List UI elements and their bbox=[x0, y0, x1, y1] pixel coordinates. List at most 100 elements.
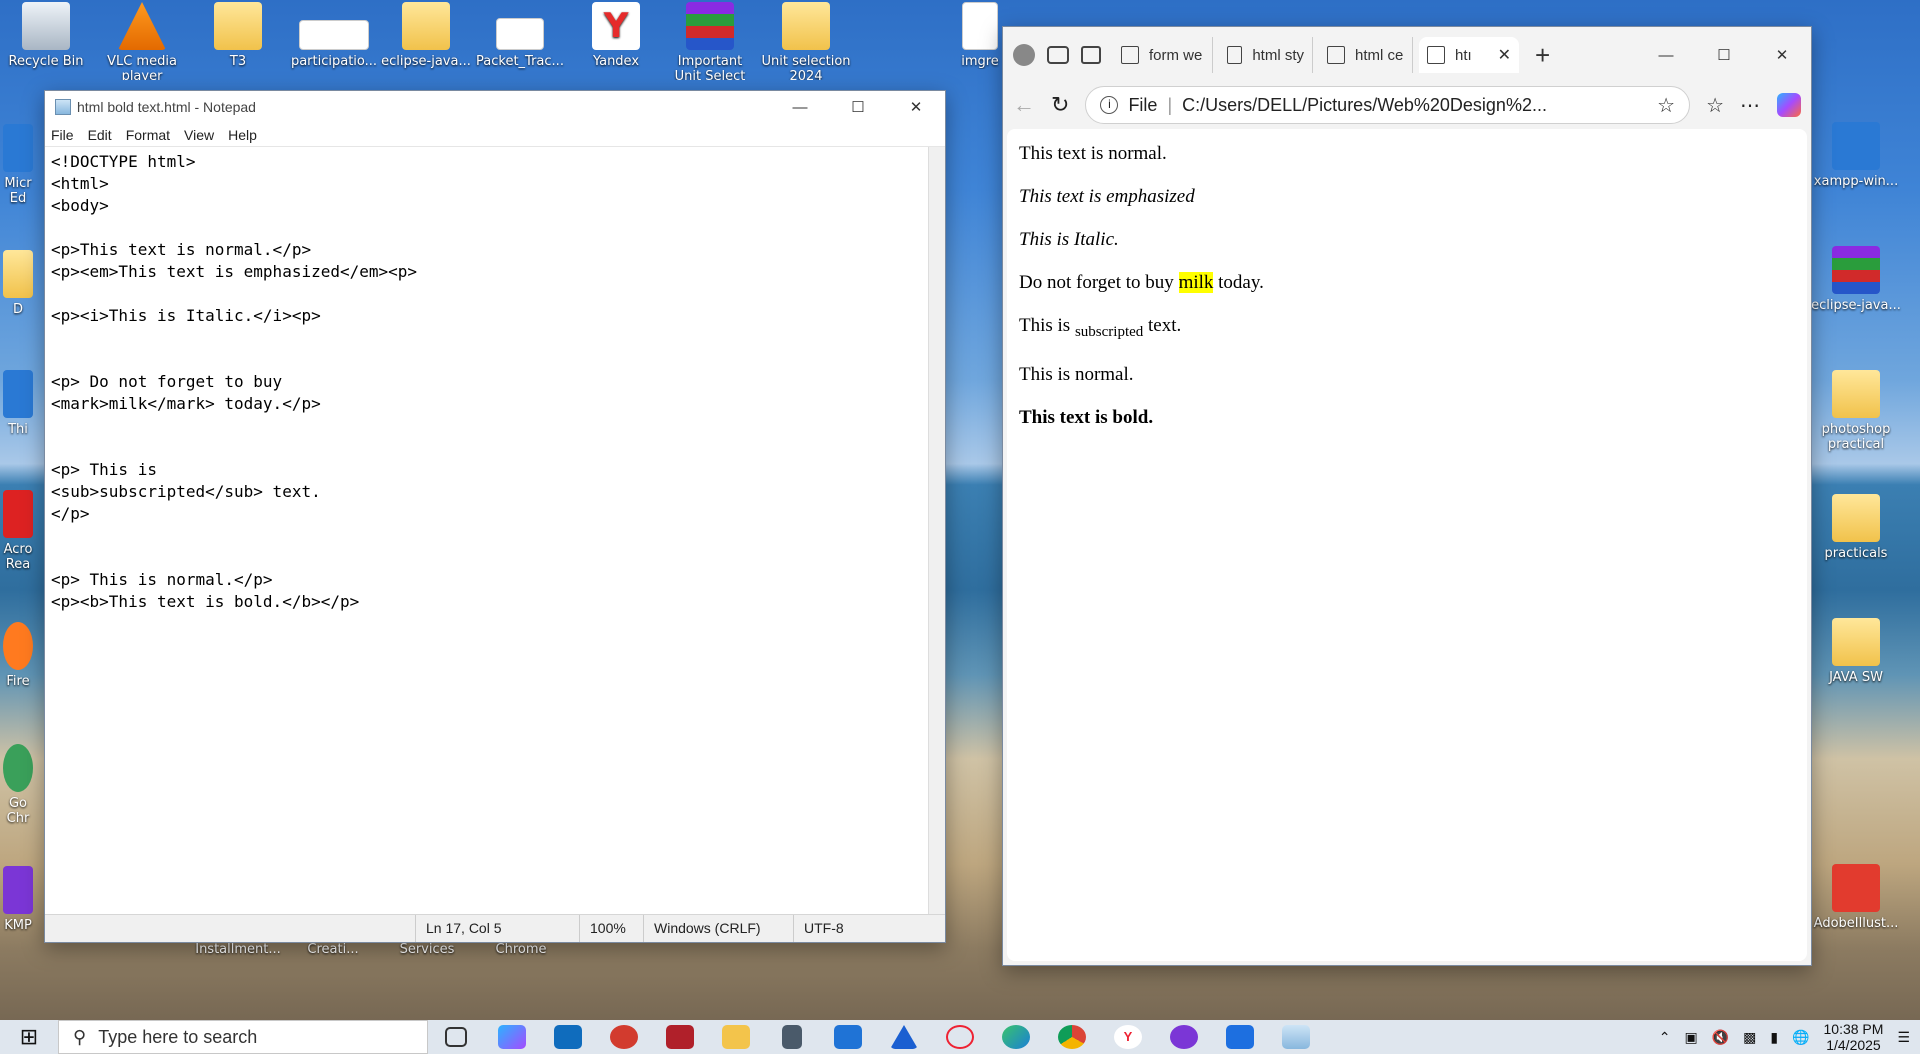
meet-now-icon[interactable]: ▣ bbox=[1684, 1029, 1697, 1046]
text-editor[interactable]: <!DOCTYPE html> <html> <body> <p>This te… bbox=[45, 147, 928, 914]
taskbar-app-swirl[interactable] bbox=[932, 1020, 988, 1054]
page-icon bbox=[1121, 46, 1139, 64]
minimize-button[interactable]: — bbox=[1637, 27, 1695, 83]
desktop-icon-practicals[interactable]: practicals bbox=[1806, 494, 1906, 561]
notifications-icon[interactable]: ☰ bbox=[1897, 1029, 1910, 1046]
start-button[interactable]: ⊞ bbox=[0, 1024, 58, 1050]
tab-html-style[interactable]: html sty bbox=[1219, 37, 1313, 73]
desktop-icon-imgre[interactable]: imgre bbox=[950, 2, 1010, 69]
taskbar-app-red[interactable] bbox=[596, 1020, 652, 1054]
desktop-icon-installment[interactable]: Installment... bbox=[190, 942, 286, 957]
desktop-icon-eclipse-rar[interactable]: eclipse-java... bbox=[1806, 246, 1906, 313]
calculator-icon bbox=[782, 1025, 802, 1049]
desktop-icon-unit-selection[interactable]: Unit selection 2024 bbox=[760, 2, 852, 80]
menu-view[interactable]: View bbox=[184, 127, 214, 143]
desktop-icon-kmp[interactable]: KMP bbox=[0, 866, 40, 933]
close-tab-icon[interactable]: ✕ bbox=[1498, 45, 1511, 65]
folder-icon bbox=[1832, 618, 1880, 666]
menu-file[interactable]: File bbox=[51, 127, 74, 143]
favorite-star-icon[interactable]: ☆ bbox=[1657, 93, 1675, 118]
taskbar-ecu[interactable] bbox=[652, 1020, 708, 1054]
vertical-scrollbar[interactable] bbox=[928, 147, 945, 914]
taskbar-search[interactable]: ⚲ Type here to search bbox=[58, 1020, 428, 1054]
taskbar-yandex[interactable]: Y bbox=[1100, 1020, 1156, 1054]
refresh-icon[interactable]: ↻ bbox=[1051, 92, 1069, 118]
outlook-icon bbox=[554, 1025, 582, 1049]
paragraph-subscript: This is subscripted text. bbox=[1019, 315, 1182, 340]
notepad-icon bbox=[55, 99, 71, 115]
desktop-icon-yandex[interactable]: Y Yandex bbox=[570, 2, 662, 69]
chevron-up-icon[interactable]: ⌃ bbox=[1659, 1029, 1671, 1046]
menu-format[interactable]: Format bbox=[126, 127, 170, 143]
vertical-tabs-icon[interactable] bbox=[1081, 46, 1101, 64]
taskbar-calculator[interactable] bbox=[764, 1020, 820, 1054]
battery-icon[interactable]: ▮ bbox=[1770, 1029, 1778, 1046]
address-bar[interactable]: i File | C:/Users/DELL/Pictures/Web%20De… bbox=[1085, 86, 1691, 124]
desktop-icon-photoshop[interactable]: photoshop practical bbox=[1806, 370, 1906, 452]
desktop-icon-java-sw[interactable]: JAVA SW bbox=[1806, 618, 1906, 685]
taskbar-azure[interactable] bbox=[876, 1020, 932, 1054]
favorites-icon[interactable]: ☆ bbox=[1706, 93, 1724, 118]
winrar-icon bbox=[1832, 246, 1880, 294]
taskbar-mail[interactable] bbox=[820, 1020, 876, 1054]
maximize-button[interactable]: ☐ bbox=[1695, 27, 1753, 83]
taskbar-file-explorer[interactable] bbox=[708, 1020, 764, 1054]
desktop-icon-vlc[interactable]: VLC media player bbox=[96, 2, 188, 80]
notepad-window[interactable]: html bold text.html - Notepad — ☐ ✕ File… bbox=[44, 90, 946, 943]
notepad-titlebar[interactable]: html bold text.html - Notepad — ☐ ✕ bbox=[45, 91, 945, 123]
display-icon[interactable]: ▩ bbox=[1743, 1029, 1756, 1046]
desktop-icon-t3[interactable]: T3 bbox=[192, 2, 284, 69]
maximize-button[interactable]: ☐ bbox=[829, 91, 887, 123]
taskbar-chrome[interactable] bbox=[1044, 1020, 1100, 1054]
desktop-icon-creati[interactable]: Creati... bbox=[286, 942, 380, 957]
desktop-icon-edge[interactable]: Micr Ed bbox=[0, 124, 40, 206]
desktop-icon-this-pc[interactable]: Thi bbox=[0, 370, 40, 437]
new-tab-icon[interactable]: + bbox=[1535, 40, 1550, 71]
minimize-button[interactable]: — bbox=[771, 91, 829, 123]
desktop-icon-firefox[interactable]: Fire bbox=[0, 622, 40, 689]
desktop-icon-acrobat[interactable]: Acro Rea bbox=[0, 490, 40, 572]
desktop-icon-recycle-bin[interactable]: Recycle Bin bbox=[0, 2, 92, 69]
url-text[interactable]: C:/Users/DELL/Pictures/Web%20Design%2... bbox=[1182, 95, 1547, 116]
info-icon[interactable]: i bbox=[1100, 96, 1119, 114]
taskbar-app-blue[interactable] bbox=[1212, 1020, 1268, 1054]
desktop-icon-label: eclipse-java... bbox=[381, 54, 471, 69]
desktop-icon-chrome[interactable]: Chrome bbox=[474, 942, 568, 957]
desktop-icon-packet-tracer[interactable]: Packet_Trac... bbox=[474, 2, 566, 69]
profile-icon[interactable] bbox=[1013, 44, 1035, 66]
taskbar-notepad[interactable] bbox=[1268, 1020, 1324, 1054]
desktop-icon-label: xampp-win... bbox=[1813, 174, 1899, 189]
tab-html-ce[interactable]: html ce bbox=[1319, 37, 1413, 73]
volume-muted-icon[interactable]: 🔇 bbox=[1712, 1029, 1729, 1046]
desktop-icon-google-chrome[interactable]: Go Chr bbox=[0, 744, 40, 826]
globe-icon[interactable]: 🌐 bbox=[1792, 1029, 1809, 1046]
tab-active[interactable]: htı ✕ bbox=[1419, 37, 1519, 73]
tab-label: form we bbox=[1149, 46, 1203, 64]
taskbar-app-purple[interactable] bbox=[1156, 1020, 1212, 1054]
paragraph-normal-2: This is normal. bbox=[1019, 363, 1134, 385]
taskbar-edge[interactable] bbox=[988, 1020, 1044, 1054]
taskbar-outlook[interactable] bbox=[540, 1020, 596, 1054]
tab-form[interactable]: form we bbox=[1113, 37, 1213, 73]
desktop-icon-important[interactable]: Important Unit Select bbox=[664, 2, 756, 80]
desktop-icon-d[interactable]: D bbox=[0, 250, 40, 317]
desktop-icon-xampp[interactable]: xampp-win... bbox=[1806, 122, 1906, 189]
more-options-icon[interactable]: ⋯ bbox=[1740, 93, 1761, 118]
close-button[interactable]: ✕ bbox=[887, 91, 945, 123]
desktop-icon-services[interactable]: Services bbox=[380, 942, 474, 957]
desktop-icon-adobe[interactable]: AdobeIllust... bbox=[1806, 864, 1906, 931]
back-icon[interactable]: ← bbox=[1013, 92, 1035, 118]
menu-help[interactable]: Help bbox=[228, 127, 257, 143]
desktop-icon-participation[interactable]: participatio... bbox=[288, 2, 380, 69]
workspaces-icon[interactable] bbox=[1047, 46, 1069, 64]
task-view-button[interactable] bbox=[428, 1020, 484, 1054]
search-placeholder: Type here to search bbox=[98, 1026, 258, 1047]
menu-edit[interactable]: Edit bbox=[88, 127, 112, 143]
desktop-icon-label: D bbox=[12, 302, 23, 317]
clock[interactable]: 10:38 PM 1/4/2025 bbox=[1824, 1021, 1884, 1053]
close-button[interactable]: ✕ bbox=[1753, 27, 1811, 83]
browser-window[interactable]: form we html sty html ce htı ✕ + — ☐ ✕ ← … bbox=[1002, 26, 1812, 966]
desktop-icon-eclipse[interactable]: eclipse-java... bbox=[380, 2, 472, 69]
copilot-icon[interactable] bbox=[1777, 93, 1801, 117]
taskbar-copilot[interactable] bbox=[484, 1020, 540, 1054]
